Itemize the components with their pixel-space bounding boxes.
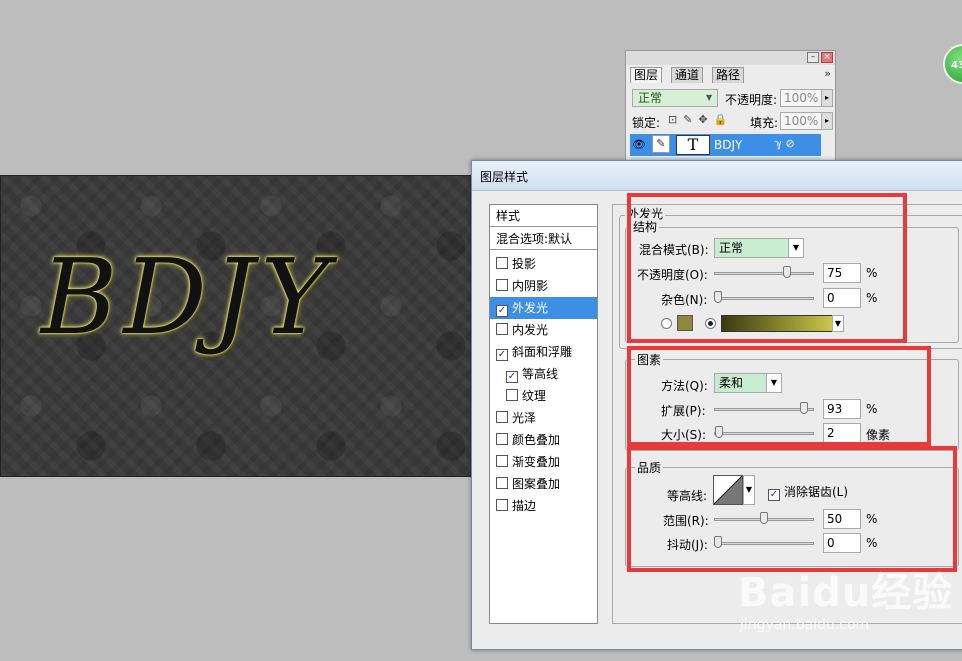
chevron-down-icon: ▼ <box>706 93 713 102</box>
style-checkbox[interactable]: ✓ <box>496 305 508 317</box>
style-checkbox[interactable] <box>496 433 508 445</box>
blend-options-item[interactable]: 混合选项:默认 <box>490 228 597 250</box>
style-item[interactable]: ✓ 等高线 <box>490 363 597 385</box>
style-item[interactable]: 内发光 <box>490 319 597 341</box>
layer-name[interactable]: BDJY <box>714 138 742 152</box>
panel-menu-icon[interactable]: » <box>824 67 831 80</box>
style-item-label: 渐变叠加 <box>512 455 561 469</box>
baidu-watermark-logo: Baidu经验 <box>738 570 954 616</box>
style-item-label: 光泽 <box>512 411 537 425</box>
dialog-title: 图层样式 <box>480 170 529 184</box>
minimize-button[interactable]: – <box>807 52 819 63</box>
fill-slider-button[interactable]: ▸ <box>821 112 833 130</box>
highlight-box-elements <box>627 346 931 446</box>
style-checkbox[interactable] <box>506 389 518 401</box>
style-item-label: 斜面和浮雕 <box>512 345 573 359</box>
close-button[interactable]: × <box>821 52 833 63</box>
style-item[interactable]: 渐变叠加 <box>490 451 597 473</box>
style-item[interactable]: 纹理 <box>490 385 597 407</box>
document-canvas[interactable]: BDJY <box>0 175 480 477</box>
floating-badge[interactable]: 43 <box>943 44 962 84</box>
style-item[interactable]: 图案叠加 <box>490 473 597 495</box>
styles-list: 样式 混合选项:默认 投影内阴影 ✓ 外发光内发光 ✓ 斜面和浮雕 ✓ 等高线纹理光泽颜色叠… <box>489 204 598 624</box>
tab-channels[interactable]: 通道 <box>671 67 704 83</box>
tab-layers[interactable]: 图层 <box>630 67 663 83</box>
lock-label: 锁定: <box>632 116 661 130</box>
style-item-label: 纹理 <box>522 389 547 403</box>
style-item-label: 描边 <box>512 499 537 513</box>
style-checkbox[interactable] <box>496 477 508 489</box>
style-item-label: 内阴影 <box>512 279 549 293</box>
dialog-title-bar[interactable] <box>472 161 962 191</box>
tab-paths[interactable]: 路径 <box>712 67 745 83</box>
style-checkbox[interactable] <box>496 499 508 511</box>
style-checkbox[interactable]: ✓ <box>506 371 518 383</box>
style-checkbox[interactable] <box>496 455 508 467</box>
style-item-label: 等高线 <box>522 367 559 381</box>
style-item-label: 颜色叠加 <box>512 433 561 447</box>
layer-effects-icon[interactable]: ℽ ⊘ <box>774 137 795 150</box>
baidu-watermark-url: jingyan.baidu.com <box>740 617 870 633</box>
style-checkbox[interactable] <box>496 323 508 335</box>
lock-options-icons[interactable]: ⊡✎✥🔒 <box>668 113 733 126</box>
styles-list-header[interactable]: 样式 <box>490 205 597 227</box>
eye-icon[interactable]: 👁 <box>632 138 646 151</box>
style-item[interactable]: ✓ 斜面和浮雕 <box>490 341 597 363</box>
highlight-box-outer-glow <box>627 193 907 343</box>
style-checkbox[interactable] <box>496 257 508 269</box>
opacity-slider-button[interactable]: ▸ <box>821 89 833 107</box>
opacity-input[interactable]: 100% <box>780 89 822 107</box>
fill-input[interactable]: 100% <box>780 112 822 130</box>
style-checkbox[interactable] <box>496 411 508 423</box>
style-checkbox[interactable] <box>496 279 508 291</box>
style-item[interactable]: 内阴影 <box>490 275 597 297</box>
style-checkbox[interactable]: ✓ <box>496 349 508 361</box>
style-item-label: 投影 <box>512 257 537 271</box>
style-item[interactable]: 投影 <box>490 253 597 275</box>
style-item-label: 内发光 <box>512 323 549 337</box>
fill-label: 填充: <box>750 116 779 130</box>
style-item-label: 外发光 <box>512 301 549 315</box>
style-item[interactable]: 颜色叠加 <box>490 429 597 451</box>
glowing-script-text: BDJY <box>41 236 336 358</box>
panel-title-bar[interactable] <box>626 51 835 65</box>
text-layer-thumbnail: T <box>676 135 710 155</box>
style-item[interactable]: ✓ 外发光 <box>490 297 597 319</box>
opacity-label: 不透明度: <box>725 93 778 107</box>
style-item[interactable]: 光泽 <box>490 407 597 429</box>
highlight-box-quality <box>627 446 957 572</box>
brush-icon[interactable]: ✎ <box>652 135 670 153</box>
style-item[interactable]: 描边 <box>490 495 597 517</box>
style-item-label: 图案叠加 <box>512 477 561 491</box>
